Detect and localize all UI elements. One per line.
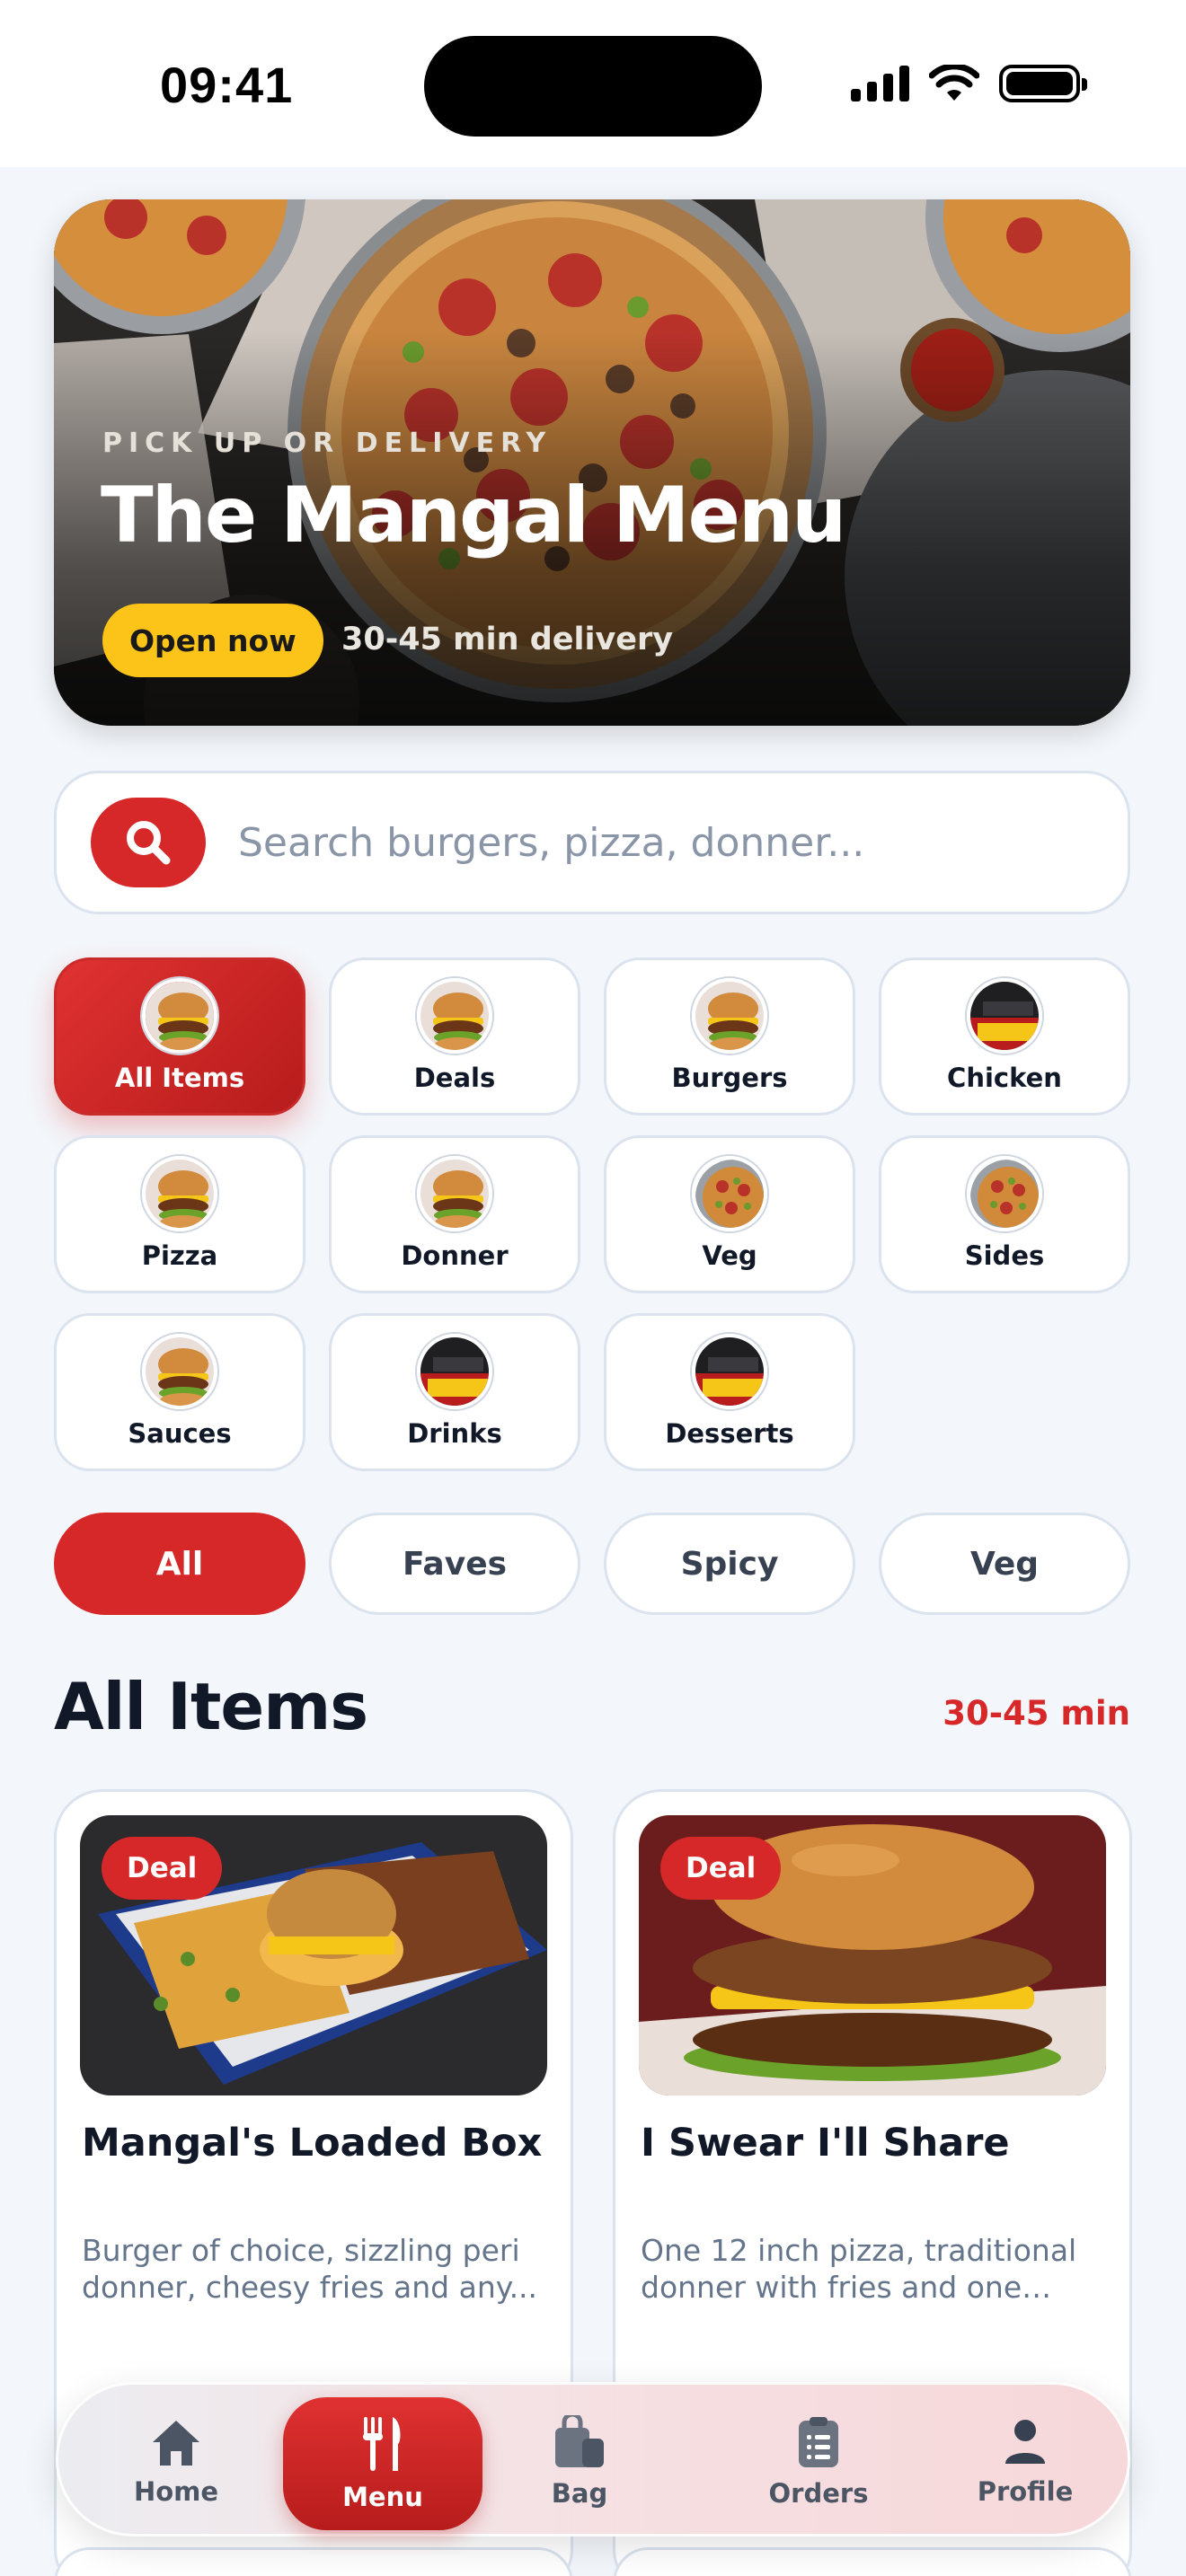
status-bar: 09:41 — [0, 0, 1186, 167]
category-thumbnail — [142, 1334, 217, 1409]
delivery-eta: 30-45 min delivery — [341, 622, 674, 657]
bottom-tab-bar: Home Menu Bag Orders Profile — [56, 2382, 1130, 2536]
product-image: Deal — [80, 1815, 547, 2095]
fork-knife-icon — [363, 2417, 401, 2471]
next-product-card — [54, 2547, 573, 2576]
filter-veg[interactable]: Veg — [879, 1513, 1130, 1615]
bag-icon — [555, 2415, 604, 2467]
category-chicken[interactable]: Chicken — [879, 957, 1130, 1116]
category-pizza[interactable]: Pizza — [54, 1135, 305, 1293]
wifi-icon — [929, 65, 979, 101]
category-desserts[interactable]: Desserts — [604, 1313, 855, 1471]
category-drinks[interactable]: Drinks — [329, 1313, 580, 1471]
category-thumbnail — [417, 1334, 492, 1409]
hero-title: The Mangal Menu — [101, 471, 846, 560]
hero-eyebrow: PICK UP OR DELIVERY — [102, 428, 553, 459]
category-deals[interactable]: Deals — [329, 957, 580, 1116]
dynamic-island — [424, 36, 762, 137]
search-icon — [127, 821, 171, 865]
battery-icon — [999, 65, 1087, 102]
cellular-signal-icon — [851, 66, 909, 101]
category-label: Sides — [964, 1240, 1045, 1271]
deal-badge: Deal — [102, 1837, 223, 1900]
category-all-items[interactable]: All Items — [54, 957, 305, 1116]
category-thumbnail — [417, 1156, 492, 1231]
next-product-card — [613, 2547, 1132, 2576]
category-label: Drinks — [407, 1418, 502, 1449]
person-icon — [1005, 2420, 1045, 2464]
category-label: Deals — [413, 1063, 496, 1093]
category-label: All Items — [114, 1063, 245, 1093]
category-thumbnail — [692, 1334, 767, 1409]
filter-spicy[interactable]: Spicy — [604, 1513, 855, 1615]
hero-banner[interactable]: PICK UP OR DELIVERY The Mangal Menu Open… — [54, 199, 1130, 726]
category-burgers[interactable]: Burgers — [604, 957, 855, 1116]
status-icons — [851, 65, 1087, 102]
tab-orders[interactable]: Orders — [756, 2385, 881, 2539]
category-thumbnail — [417, 978, 492, 1054]
product-title: Mangal's Loaded Box — [82, 2121, 543, 2166]
category-label: Pizza — [141, 1240, 218, 1271]
section-title: All Items — [54, 1669, 368, 1744]
deal-badge: Deal — [660, 1837, 782, 1900]
filter-all[interactable]: All — [54, 1513, 305, 1615]
category-label: Donner — [401, 1240, 509, 1271]
category-thumbnail — [142, 978, 217, 1054]
tab-menu[interactable]: Menu — [283, 2397, 482, 2530]
category-donner[interactable]: Donner — [329, 1135, 580, 1293]
filter-faves[interactable]: Faves — [329, 1513, 580, 1615]
category-label: Burgers — [671, 1063, 788, 1093]
category-label: Sauces — [128, 1418, 232, 1449]
search-button[interactable] — [91, 798, 206, 887]
category-thumbnail — [967, 978, 1042, 1054]
product-image: Deal — [639, 1815, 1106, 2095]
open-now-badge: Open now — [102, 604, 323, 677]
search-input[interactable] — [238, 819, 1047, 866]
product-description: Burger of choice, sizzling peri donner, … — [82, 2233, 538, 2305]
tab-profile[interactable]: Profile — [962, 2385, 1088, 2539]
tab-home[interactable]: Home — [109, 2385, 243, 2539]
home-icon — [153, 2421, 199, 2466]
status-time: 09:41 — [160, 57, 294, 113]
tab-bag[interactable]: Bag — [526, 2385, 633, 2539]
category-thumbnail — [142, 1156, 217, 1231]
category-label: Desserts — [665, 1418, 794, 1449]
product-title: I Swear I'll Share — [641, 2121, 1010, 2166]
category-thumbnail — [692, 1156, 767, 1231]
category-label: Veg — [702, 1240, 757, 1271]
category-thumbnail — [967, 1156, 1042, 1231]
category-thumbnail — [692, 978, 767, 1054]
category-label: Chicken — [947, 1063, 1062, 1093]
category-sides[interactable]: Sides — [879, 1135, 1130, 1293]
category-veg[interactable]: Veg — [604, 1135, 855, 1293]
category-sauces[interactable]: Sauces — [54, 1313, 305, 1471]
section-delivery-time: 30-45 min — [943, 1694, 1130, 1733]
clipboard-icon — [799, 2417, 838, 2467]
search-bar[interactable] — [54, 771, 1130, 914]
product-description: One 12 inch pizza, traditional donner wi… — [641, 2233, 1077, 2305]
